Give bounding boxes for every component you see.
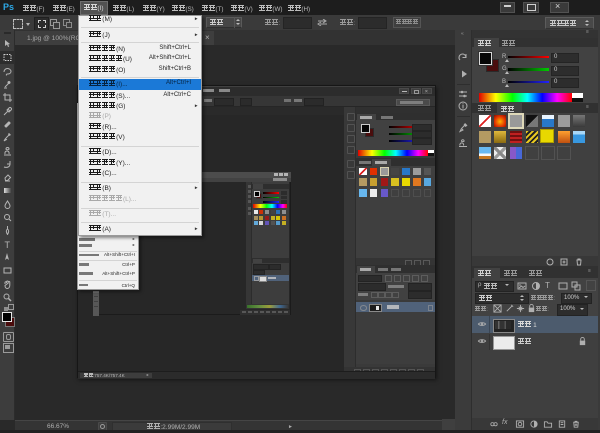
svg-text:T: T	[5, 240, 11, 249]
